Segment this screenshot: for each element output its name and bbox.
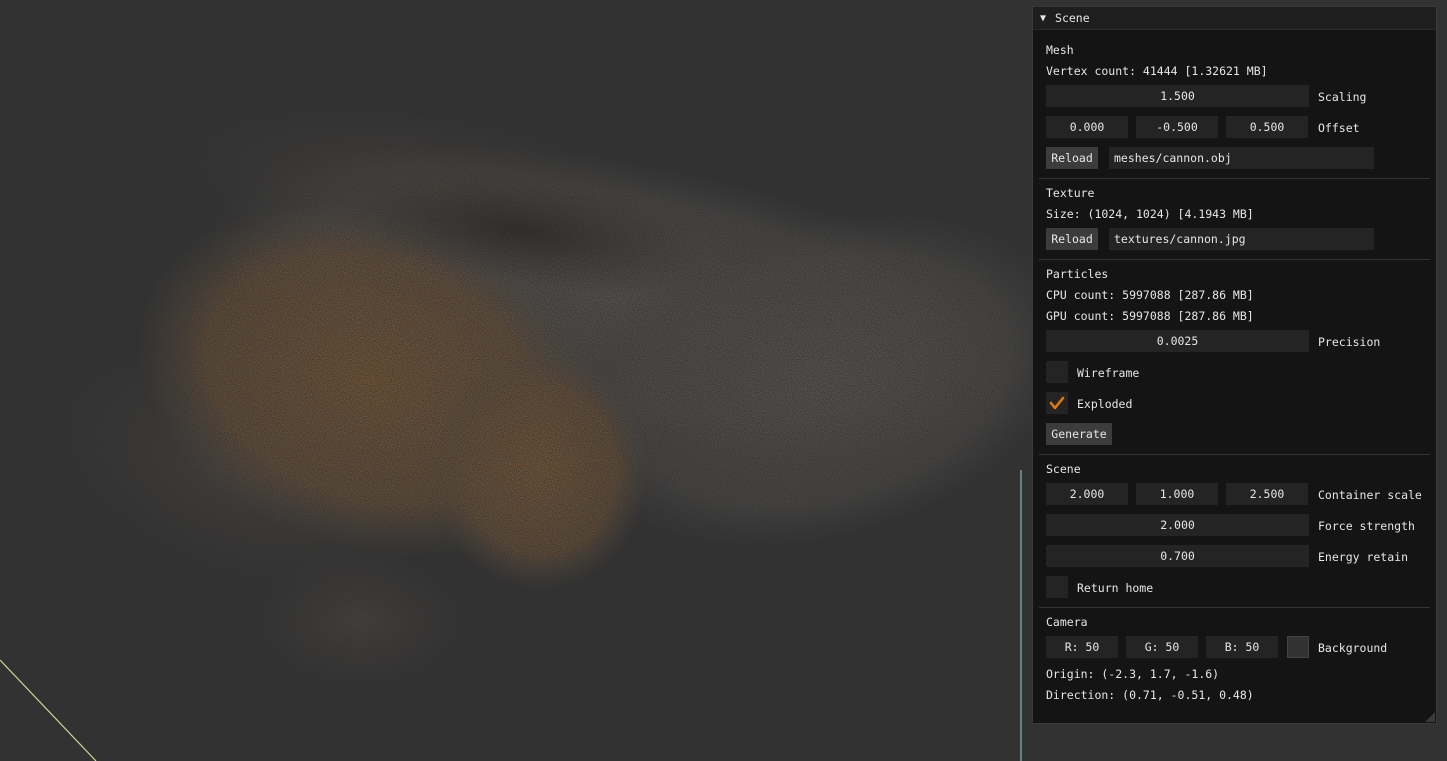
divider	[1039, 178, 1430, 179]
particles-heading: Particles	[1046, 267, 1109, 281]
force-strength-input[interactable]: 2.000	[1046, 514, 1309, 536]
camera-direction: Direction: (0.71, -0.51, 0.48)	[1046, 688, 1254, 702]
texture-path-input[interactable]: textures/cannon.jpg	[1109, 228, 1374, 250]
container-scale-z-input[interactable]: 2.500	[1226, 483, 1308, 505]
wireframe-checkbox[interactable]	[1046, 361, 1068, 383]
exploded-checkbox[interactable]	[1046, 392, 1068, 414]
window-title: Scene	[1055, 11, 1090, 25]
precision-label: Precision	[1318, 335, 1381, 349]
texture-reload-button[interactable]: Reload	[1046, 228, 1098, 250]
cpu-count: CPU count: 5997088 [287.86 MB]	[1046, 288, 1254, 302]
return-home-checkbox[interactable]	[1046, 576, 1068, 598]
mesh-path-input[interactable]: meshes/cannon.obj	[1109, 147, 1374, 169]
generate-button[interactable]: Generate	[1046, 423, 1112, 445]
axis-line-yellow	[0, 659, 97, 761]
energy-retain-input[interactable]: 0.700	[1046, 545, 1309, 567]
force-strength-label: Force strength	[1318, 519, 1415, 533]
resize-grip-icon[interactable]	[1425, 712, 1435, 722]
offset-z-input[interactable]: 0.500	[1226, 116, 1308, 138]
divider	[1039, 607, 1430, 608]
offset-x-input[interactable]: 0.000	[1046, 116, 1128, 138]
texture-heading: Texture	[1046, 186, 1095, 200]
scaling-input[interactable]: 1.500	[1046, 85, 1309, 107]
container-scale-x-input[interactable]: 2.000	[1046, 483, 1128, 505]
triangle-down-icon[interactable]: ▼	[1040, 13, 1046, 24]
mesh-reload-button[interactable]: Reload	[1046, 147, 1098, 169]
mesh-heading: Mesh	[1046, 43, 1074, 57]
offset-y-input[interactable]: -0.500	[1136, 116, 1218, 138]
background-color-swatch[interactable]	[1287, 636, 1309, 658]
container-scale-y-input[interactable]: 1.000	[1136, 483, 1218, 505]
background-b-input[interactable]: B: 50	[1206, 636, 1278, 658]
background-g-input[interactable]: G: 50	[1126, 636, 1198, 658]
background-label: Background	[1318, 641, 1388, 655]
wireframe-label: Wireframe	[1077, 366, 1140, 380]
texture-size: Size: (1024, 1024) [4.1943 MB]	[1046, 207, 1254, 221]
divider	[1039, 259, 1430, 260]
precision-input[interactable]: 0.0025	[1046, 330, 1309, 352]
scene-window[interactable]: ▼ Scene Mesh Vertex count: 41444 [1.3262…	[1032, 6, 1437, 724]
checkmark-icon	[1049, 396, 1065, 410]
offset-label: Offset	[1318, 121, 1360, 135]
scaling-label: Scaling	[1318, 90, 1367, 104]
scene-window-titlebar[interactable]: ▼ Scene	[1033, 7, 1436, 30]
camera-origin: Origin: (-2.3, 1.7, -1.6)	[1046, 667, 1220, 681]
background-r-input[interactable]: R: 50	[1046, 636, 1118, 658]
return-home-label: Return home	[1077, 581, 1154, 595]
energy-retain-label: Energy retain	[1318, 550, 1409, 564]
scene-heading: Scene	[1046, 462, 1081, 476]
divider	[1039, 454, 1430, 455]
vertex-count: Vertex count: 41444 [1.32621 MB]	[1046, 64, 1268, 78]
exploded-label: Exploded	[1077, 397, 1133, 411]
container-scale-label: Container scale	[1318, 488, 1422, 502]
camera-heading: Camera	[1046, 615, 1088, 629]
gpu-count: GPU count: 5997088 [287.86 MB]	[1046, 309, 1254, 323]
